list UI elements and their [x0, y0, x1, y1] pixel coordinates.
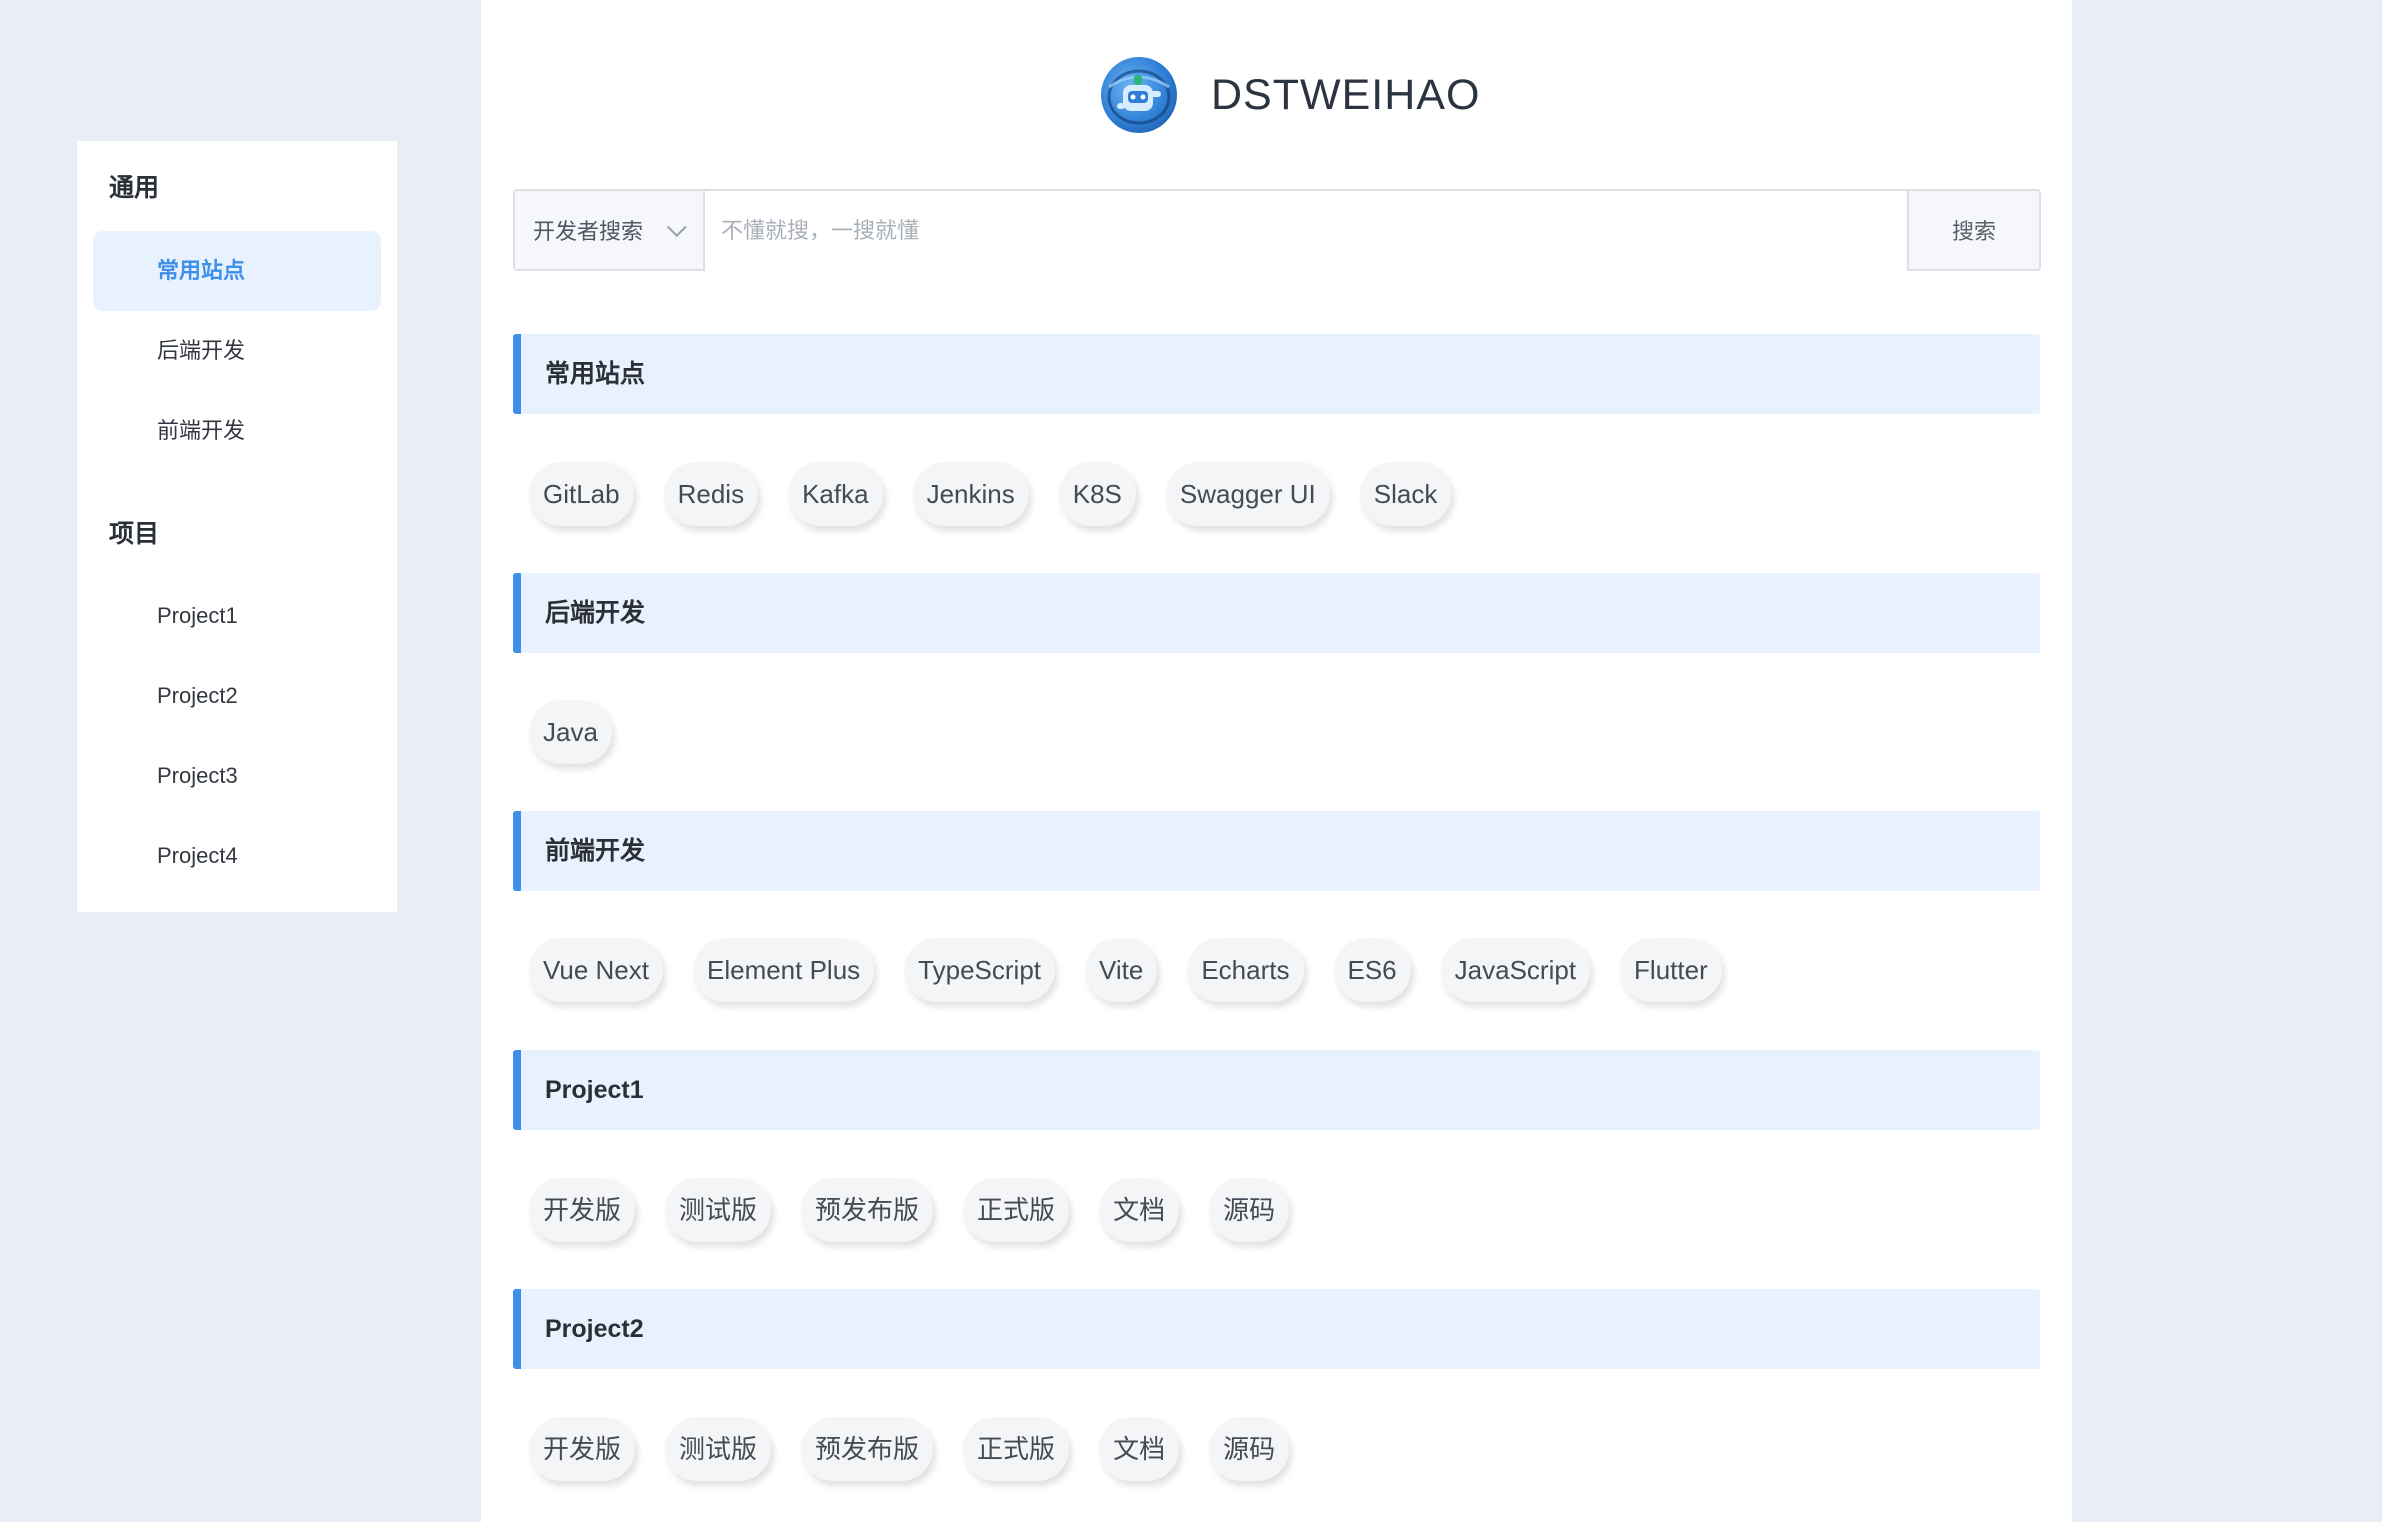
- link-list-frontend: Vue Next Element Plus TypeScript Vite Ec…: [529, 938, 1752, 1002]
- link-chip[interactable]: K8S: [1058, 462, 1136, 526]
- link-chip[interactable]: Redis: [663, 462, 759, 526]
- sidebar-item-common-sites[interactable]: 常用站点: [93, 231, 381, 311]
- link-list-backend: Java: [529, 700, 642, 764]
- link-chip[interactable]: 文档: [1099, 1417, 1180, 1481]
- search-button[interactable]: 搜索: [1907, 191, 2039, 269]
- section-header-backend: 后端开发: [513, 573, 2040, 653]
- chevron-down-icon: [666, 217, 687, 238]
- link-chip[interactable]: Kafka: [788, 462, 883, 526]
- sidebar: 通用 常用站点 后端开发 前端开发 项目 Project1 Project2 P…: [77, 141, 397, 912]
- link-list-project1: 开发版 测试版 预发布版 正式版 文档 源码: [529, 1178, 1319, 1242]
- sidebar-item-project2[interactable]: Project2: [93, 656, 381, 736]
- search-engine-label: 开发者搜索: [533, 219, 644, 244]
- brand: DSTWEIHAO: [1101, 55, 1480, 135]
- link-chip[interactable]: Echarts: [1187, 938, 1304, 1002]
- link-chip[interactable]: 开发版: [529, 1178, 636, 1242]
- link-chip[interactable]: 测试版: [665, 1178, 772, 1242]
- link-chip[interactable]: 正式版: [963, 1417, 1070, 1481]
- link-chip[interactable]: Jenkins: [912, 462, 1029, 526]
- link-chip[interactable]: 开发版: [529, 1417, 636, 1481]
- link-chip[interactable]: 预发布版: [801, 1417, 934, 1481]
- sidebar-group-title-projects: 项目: [109, 520, 160, 548]
- link-chip[interactable]: 源码: [1209, 1178, 1290, 1242]
- link-chip[interactable]: GitLab: [529, 462, 634, 526]
- search-input[interactable]: [705, 191, 1907, 271]
- link-chip[interactable]: 文档: [1099, 1178, 1180, 1242]
- main-content: DSTWEIHAO 开发者搜索 搜索 常用站点 GitLab Redis Kaf…: [481, 0, 2072, 1522]
- section-header-frontend: 前端开发: [513, 811, 2040, 891]
- link-chip[interactable]: 测试版: [665, 1417, 772, 1481]
- link-chip[interactable]: Vite: [1085, 938, 1158, 1002]
- link-chip[interactable]: 预发布版: [801, 1178, 934, 1242]
- sidebar-item-project1[interactable]: Project1: [93, 576, 381, 656]
- link-chip[interactable]: Slack: [1359, 462, 1452, 526]
- link-chip[interactable]: ES6: [1333, 938, 1411, 1002]
- link-chip[interactable]: Swagger UI: [1165, 462, 1330, 526]
- link-chip[interactable]: JavaScript: [1440, 938, 1591, 1002]
- sidebar-item-frontend[interactable]: 前端开发: [93, 391, 381, 471]
- link-list-common-sites: GitLab Redis Kafka Jenkins K8S Swagger U…: [529, 462, 1481, 526]
- link-chip[interactable]: Flutter: [1620, 938, 1722, 1002]
- section-header-project2: Project2: [513, 1289, 2040, 1369]
- robot-logo-icon: [1107, 69, 1171, 125]
- section-header-common-sites: 常用站点: [513, 334, 2040, 414]
- link-chip[interactable]: Vue Next: [529, 938, 663, 1002]
- sidebar-item-project3[interactable]: Project3: [93, 736, 381, 816]
- sidebar-item-backend[interactable]: 后端开发: [93, 311, 381, 391]
- link-chip[interactable]: 源码: [1209, 1417, 1290, 1481]
- link-chip[interactable]: 正式版: [963, 1178, 1070, 1242]
- link-chip[interactable]: Element Plus: [692, 938, 875, 1002]
- search-engine-select[interactable]: 开发者搜索: [515, 191, 705, 269]
- robot-globe-logo-icon: [1101, 57, 1177, 133]
- sidebar-group-title-general: 通用: [109, 174, 160, 202]
- link-chip[interactable]: TypeScript: [904, 938, 1055, 1002]
- sidebar-item-project4[interactable]: Project4: [93, 816, 381, 896]
- search-bar: 开发者搜索 搜索: [513, 189, 2041, 271]
- link-chip[interactable]: Java: [529, 700, 612, 764]
- link-list-project2: 开发版 测试版 预发布版 正式版 文档 源码: [529, 1417, 1319, 1481]
- page-title: DSTWEIHAO: [1211, 70, 1481, 119]
- section-header-project1: Project1: [513, 1050, 2040, 1130]
